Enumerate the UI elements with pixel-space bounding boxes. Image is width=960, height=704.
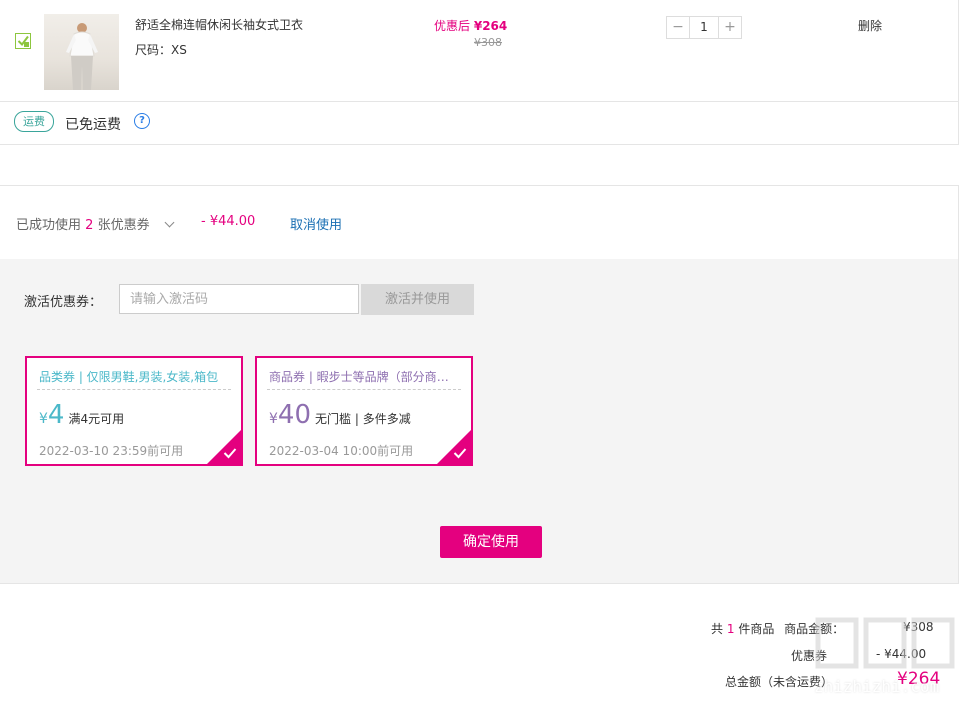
check-icon bbox=[223, 448, 237, 459]
coupon-date: 2022-03-04 10:00前可用 bbox=[269, 444, 414, 458]
coupon-value: 4 bbox=[47, 400, 65, 430]
quantity-stepper: − 1 + bbox=[666, 16, 742, 39]
watermark-text: zhizhizhi.com bbox=[814, 677, 940, 696]
watermark: zhizhizhi.com bbox=[812, 612, 958, 702]
count-suffix: 件商品 bbox=[738, 622, 775, 636]
coupon-currency: ¥ bbox=[269, 411, 278, 427]
coupon-condition: 无门槛 | 多件多减 bbox=[315, 412, 411, 426]
shipping-status: 已免运费 bbox=[65, 117, 121, 133]
shipping-tag: 运费 bbox=[14, 111, 54, 132]
original-price: ¥308 bbox=[474, 36, 502, 49]
product-name[interactable]: 舒适全棉连帽休闲长袖女式卫衣 bbox=[135, 16, 303, 33]
discounted-price: 优惠后 ¥264 bbox=[434, 17, 507, 34]
cancel-coupon-button[interactable]: 取消使用 bbox=[290, 214, 342, 233]
checkmark-icon bbox=[17, 35, 29, 47]
coupon-amount: ¥4 满4元可用 bbox=[39, 400, 124, 430]
coupon-divider bbox=[267, 389, 461, 390]
product-image[interactable] bbox=[44, 14, 119, 90]
increase-button[interactable]: + bbox=[719, 17, 741, 38]
quantity-input[interactable]: 1 bbox=[689, 17, 719, 38]
cart-item-row: 舒适全棉连帽休闲长袖女式卫衣 尺码：XS 优惠后 ¥264 ¥308 − 1 +… bbox=[0, 0, 959, 102]
count-prefix: 共 bbox=[711, 622, 724, 636]
price-prefix: 优惠后 bbox=[434, 19, 471, 33]
used-prefix: 已成功使用 bbox=[16, 218, 82, 233]
coupon-used-toggle[interactable]: 已成功使用 2 张优惠券 bbox=[16, 214, 150, 233]
chevron-down-icon[interactable] bbox=[164, 217, 175, 228]
coupon-summary: 已成功使用 2 张优惠券 - ¥44.00 取消使用 bbox=[0, 185, 959, 260]
coupon-card[interactable]: 品类券 | 仅限男鞋,男装,女装,箱包 ¥4 满4元可用 2022-03-10 2… bbox=[25, 356, 243, 466]
used-suffix: 张优惠券 bbox=[97, 218, 150, 233]
help-icon[interactable]: ? bbox=[134, 113, 150, 129]
coupon-title: 商品券 | 暇步士等品牌（部分商品） bbox=[269, 370, 459, 384]
activation-code-input[interactable] bbox=[119, 284, 359, 314]
watermark-logo-icon bbox=[815, 617, 955, 669]
coupon-title: 品类券 | 仅限男鞋,男装,女装,箱包 bbox=[39, 370, 219, 384]
coupon-divider bbox=[37, 389, 231, 390]
coupon-card[interactable]: 商品券 | 暇步士等品牌（部分商品） ¥40 无门槛 | 多件多减 2022-03… bbox=[255, 356, 473, 466]
activate-button[interactable]: 激活并使用 bbox=[361, 284, 474, 315]
product-size: 尺码：XS bbox=[135, 43, 187, 57]
delete-button[interactable]: 删除 bbox=[858, 17, 882, 34]
check-icon bbox=[453, 448, 467, 459]
item-checkbox[interactable] bbox=[15, 33, 31, 49]
coupon-condition: 满4元可用 bbox=[68, 412, 125, 426]
coupon-currency: ¥ bbox=[39, 411, 48, 427]
price-value: ¥264 bbox=[473, 19, 508, 33]
coupon-discount: - ¥44.00 bbox=[201, 214, 256, 229]
coupon-panel: 激活优惠券： 激活并使用 品类券 | 仅限男鞋,男装,女装,箱包 ¥4满4元可用… bbox=[0, 259, 959, 584]
count-value: 1 bbox=[726, 622, 735, 636]
coupon-date: 2022-03-10 23:59前可用 bbox=[39, 444, 184, 458]
used-count: 2 bbox=[85, 218, 94, 233]
decrease-button[interactable]: − bbox=[667, 17, 689, 38]
activation-label: 激活优惠券： bbox=[24, 295, 103, 310]
coupon-value: 40 bbox=[277, 400, 312, 430]
confirm-button[interactable]: 确定使用 bbox=[440, 526, 542, 558]
coupon-amount: ¥40 无门槛 | 多件多减 bbox=[269, 400, 411, 430]
shipping-row: 运费 已免运费 ? bbox=[0, 101, 959, 145]
product-photo-icon bbox=[66, 23, 98, 90]
